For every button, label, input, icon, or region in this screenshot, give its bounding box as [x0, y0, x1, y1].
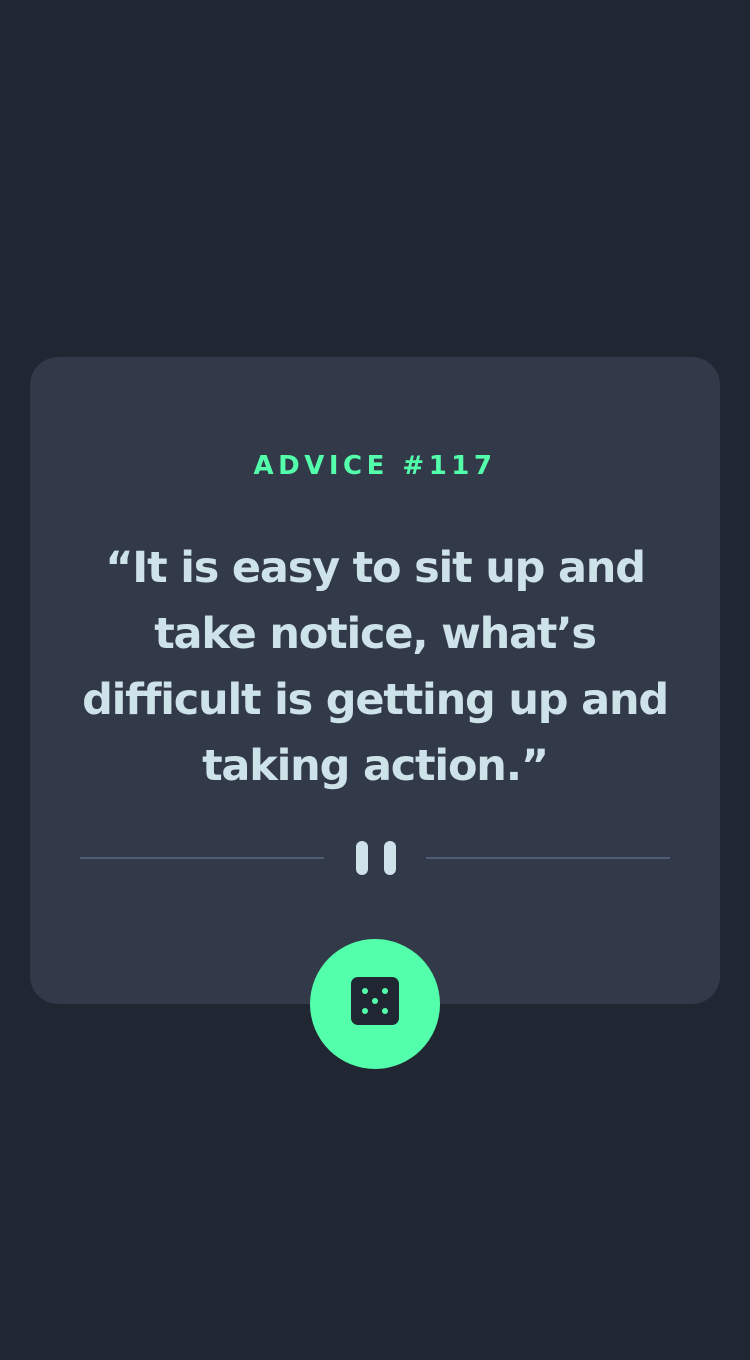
dice-icon — [351, 977, 399, 1025]
pause-bar-right — [384, 841, 396, 875]
advice-id: ADVICE #117 — [253, 451, 497, 481]
pause-bar-left — [356, 841, 368, 875]
divider-line-left — [80, 857, 324, 859]
advice-card: ADVICE #117 “It is easy to sit up and ta… — [30, 357, 720, 1004]
pause-icon — [356, 841, 396, 875]
new-advice-button[interactable] — [310, 939, 440, 1069]
advice-quote: “It is easy to sit up and take notice, w… — [82, 543, 669, 791]
divider — [80, 841, 670, 875]
divider-line-right — [426, 857, 670, 859]
